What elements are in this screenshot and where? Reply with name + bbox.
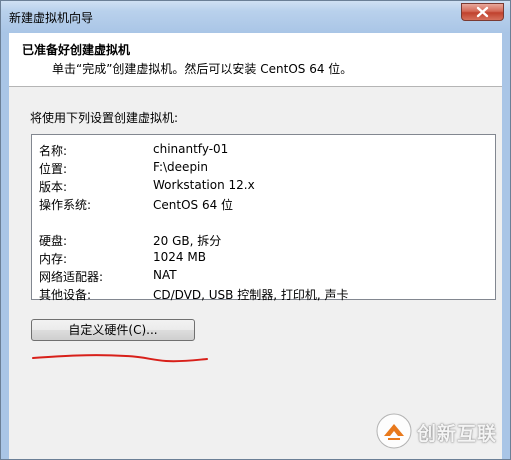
- setting-value: chinantfy-01: [153, 142, 229, 156]
- watermark: 创新互联: [375, 412, 505, 450]
- setting-label: 内存:: [39, 252, 68, 266]
- setting-row-memory: 内存: 1024 MB: [39, 250, 489, 268]
- setting-label: 位置:: [39, 162, 68, 176]
- settings-summary-box: 名称: chinantfy-01 位置: F:\deepin 版本: Works…: [31, 134, 496, 302]
- setting-value: CentOS 64 位: [153, 198, 234, 212]
- wizard-window: 新建虚拟机向导 已准备好创建虚拟机 单击“完成”创建虚拟机。然后可以安装 Cen…: [0, 0, 511, 460]
- setting-row-os: 操作系统: CentOS 64 位: [39, 196, 489, 214]
- setting-label: 操作系统:: [39, 198, 92, 212]
- setting-label: 其他设备:: [39, 288, 92, 302]
- close-icon: [476, 6, 489, 18]
- setting-label: 名称:: [39, 144, 68, 158]
- setting-value: Workstation 12.x: [153, 178, 255, 192]
- setting-row-location: 位置: F:\deepin: [39, 160, 489, 178]
- setting-row-network: 网络适配器: NAT: [39, 268, 489, 286]
- setting-label: 硬盘:: [39, 234, 68, 248]
- setting-row-other-devices: 其他设备: CD/DVD, USB 控制器, 打印机, 声卡: [39, 286, 489, 304]
- setting-value: F:\deepin: [153, 160, 208, 174]
- wizard-header: 已准备好创建虚拟机 单击“完成”创建虚拟机。然后可以安装 CentOS 64 位…: [9, 33, 502, 87]
- setting-row-name: 名称: chinantfy-01: [39, 142, 489, 160]
- setting-label: 版本:: [39, 180, 68, 194]
- setting-value: 1024 MB: [153, 250, 206, 264]
- brand-logo-icon: [376, 413, 412, 449]
- customize-hardware-button[interactable]: 自定义硬件(C)...: [31, 319, 195, 341]
- page-title: 已准备好创建虚拟机: [22, 43, 131, 57]
- page-subtitle: 单击“完成”创建虚拟机。然后可以安装 CentOS 64 位。: [52, 62, 353, 76]
- red-annotation-underline: [32, 354, 208, 363]
- setting-row-version: 版本: Workstation 12.x: [39, 178, 489, 196]
- setting-value: NAT: [153, 268, 177, 282]
- setting-value: 20 GB, 拆分: [153, 234, 222, 248]
- close-button[interactable]: [461, 3, 504, 21]
- title-bar[interactable]: 新建虚拟机向导: [1, 1, 510, 33]
- settings-intro-text: 将使用下列设置创建虚拟机:: [30, 111, 179, 125]
- setting-row-disk: 硬盘: 20 GB, 拆分: [39, 232, 489, 250]
- watermark-text: 创新互联: [417, 423, 498, 445]
- setting-value: CD/DVD, USB 控制器, 打印机, 声卡: [153, 288, 349, 302]
- wizard-body: 将使用下列设置创建虚拟机: 名称: chinantfy-01 位置: F:\de…: [9, 87, 502, 459]
- setting-label: 网络适配器:: [39, 270, 104, 284]
- window-title: 新建虚拟机向导: [9, 11, 94, 25]
